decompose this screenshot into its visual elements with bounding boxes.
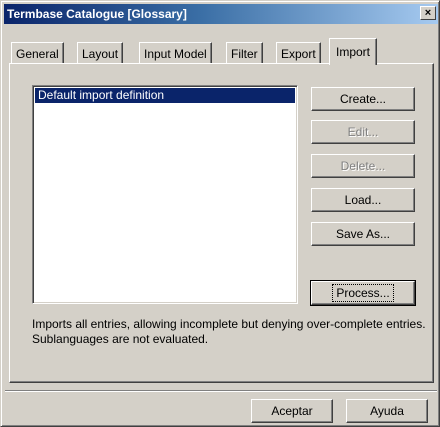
footer-separator <box>5 390 437 392</box>
window-title: Termbase Catalogue [Glossary] <box>7 7 187 21</box>
tab-strip: General Layout Input Model Filter Export… <box>11 38 431 65</box>
close-icon: × <box>424 6 432 19</box>
tab-input-model[interactable]: Input Model <box>139 42 212 64</box>
process-button[interactable]: Process... <box>310 280 416 306</box>
delete-button-label: Delete... <box>340 159 386 173</box>
tab-filter[interactable]: Filter <box>226 42 263 64</box>
import-definition-description: Imports all entries, allowing incomplete… <box>32 317 426 346</box>
accept-button[interactable]: Aceptar <box>251 399 333 423</box>
process-button-label: Process... <box>332 284 394 302</box>
help-button-label: Ayuda <box>370 404 404 418</box>
load-button-label: Load... <box>344 193 382 207</box>
save-as-button-label: Save As... <box>335 227 391 241</box>
termbase-catalogue-dialog: Termbase Catalogue [Glossary] × General … <box>0 0 440 427</box>
import-definitions-list[interactable]: Default import definition <box>32 85 298 304</box>
create-button-label: Create... <box>339 92 387 106</box>
accept-button-label: Aceptar <box>271 404 313 418</box>
edit-button[interactable]: Edit... <box>311 120 415 144</box>
create-button[interactable]: Create... <box>311 87 415 111</box>
close-button[interactable]: × <box>420 6 436 20</box>
tab-import[interactable]: Import <box>329 38 378 65</box>
tab-layout[interactable]: Layout <box>77 42 124 64</box>
tab-general[interactable]: General <box>11 42 64 64</box>
delete-button[interactable]: Delete... <box>311 154 415 178</box>
load-button[interactable]: Load... <box>311 188 415 212</box>
list-item[interactable]: Default import definition <box>35 88 295 103</box>
title-bar[interactable]: Termbase Catalogue [Glossary] × <box>4 4 438 24</box>
help-button[interactable]: Ayuda <box>346 399 428 423</box>
edit-button-label: Edit... <box>347 125 379 139</box>
save-as-button[interactable]: Save As... <box>311 222 415 246</box>
tab-export[interactable]: Export <box>276 42 321 64</box>
